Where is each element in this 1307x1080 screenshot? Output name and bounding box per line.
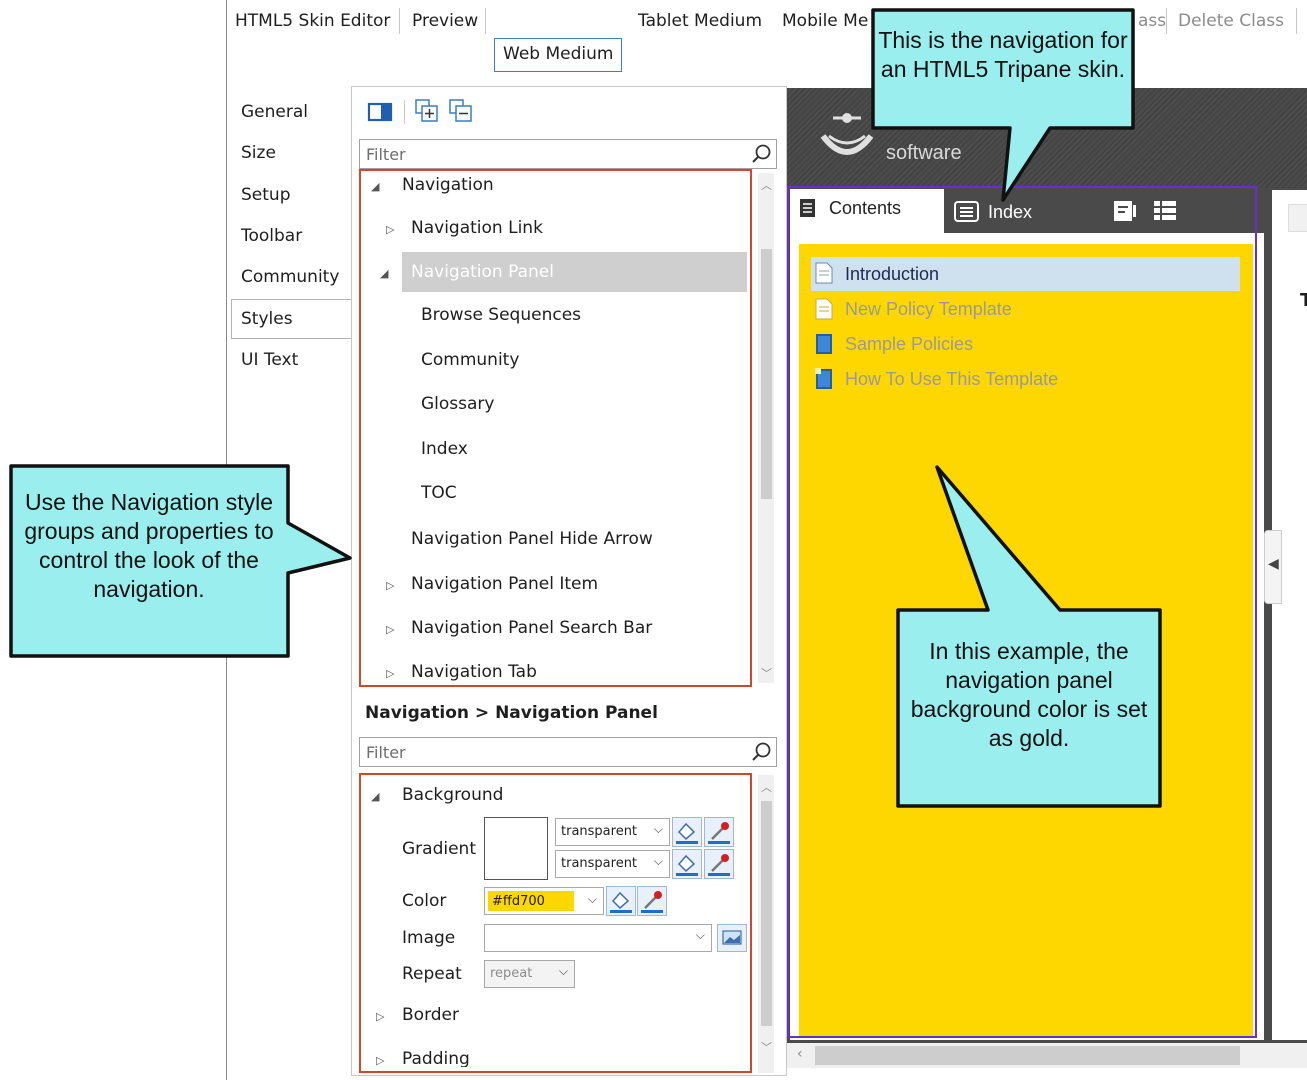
callout-left-text: Use the Navigation style groups and prop… [24, 489, 274, 602]
callout-center-text: In this example, the navigation panel ba… [910, 638, 1148, 751]
callout-top-text: This is the navigation for an HTML5 Trip… [878, 27, 1128, 82]
